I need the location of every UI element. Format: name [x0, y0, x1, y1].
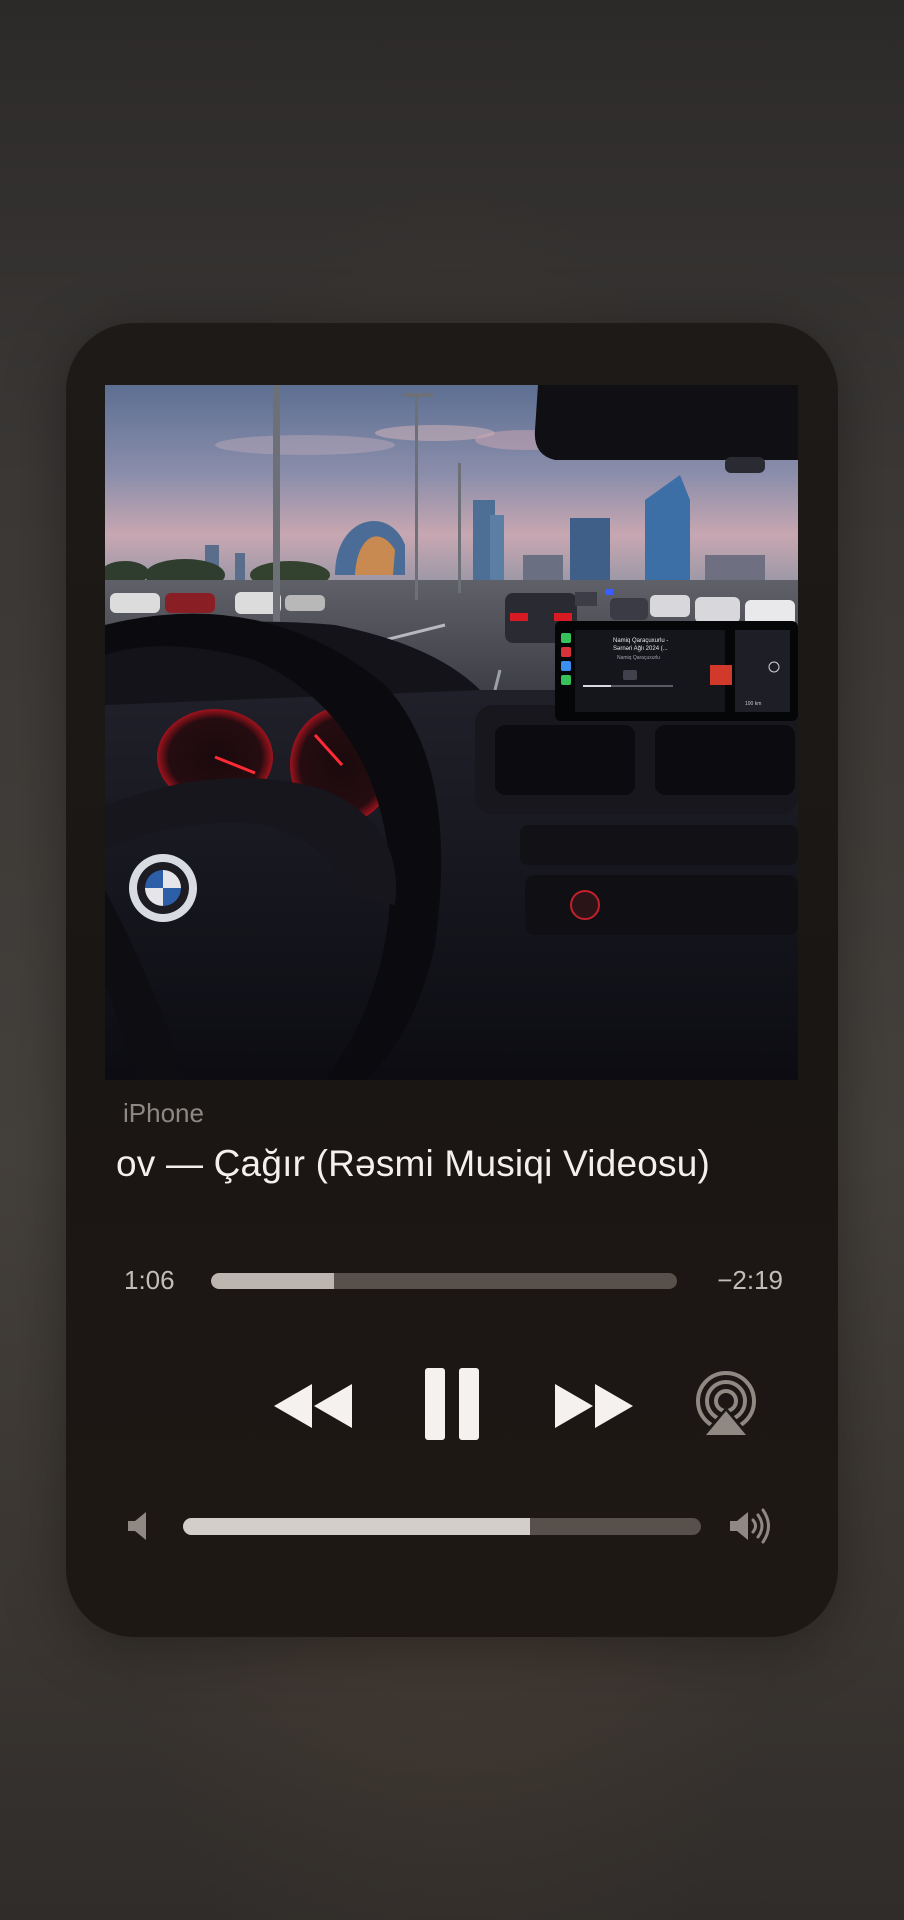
volume-level-fill: [183, 1518, 531, 1535]
airplay-icon: [696, 1371, 756, 1435]
rewind-icon: [274, 1384, 352, 1428]
album-artwork: Namiq Qaraçuxurlu - Sərnəri Ağlı 2024 (.…: [105, 385, 798, 1080]
output-device-label: iPhone: [123, 1098, 204, 1128]
playback-scrubber[interactable]: [211, 1273, 677, 1289]
rewind-button[interactable]: [272, 1380, 356, 1432]
speaker-low-icon: [128, 1512, 146, 1540]
volume-slider[interactable]: [183, 1518, 701, 1535]
carplay-speed: 100 km: [745, 701, 761, 707]
carplay-song-title: Namiq Qaraçuxurlu -: [613, 638, 668, 644]
pause-button[interactable]: [423, 1366, 483, 1442]
carplay-song-title-line2: Sərnəri Ağlı 2024 (...: [613, 646, 668, 652]
track-title-marquee: ov — Çağır (Rəsmi Musiqi Videosu): [116, 1143, 796, 1195]
remaining-time: −2:19: [717, 1265, 783, 1295]
now-playing-card: Namiq Qaraçuxurlu - Sərnəri Ağlı 2024 (.…: [66, 323, 838, 1637]
airplay-button[interactable]: [694, 1371, 758, 1437]
playback-progress-fill: [211, 1273, 335, 1289]
fast-forward-button[interactable]: [551, 1380, 635, 1432]
volume-max-icon: [728, 1508, 774, 1544]
fast-forward-icon: [555, 1384, 633, 1428]
speaker-high-icon: [730, 1508, 770, 1544]
volume-min-icon: [126, 1510, 150, 1542]
track-title: ov — Çağır (Rəsmi Musiqi Videosu): [116, 1143, 710, 1184]
pause-icon: [425, 1368, 479, 1440]
elapsed-time: 1:06: [124, 1265, 175, 1295]
carplay-artist: Namiq Qaraçuxurlu: [617, 655, 660, 661]
